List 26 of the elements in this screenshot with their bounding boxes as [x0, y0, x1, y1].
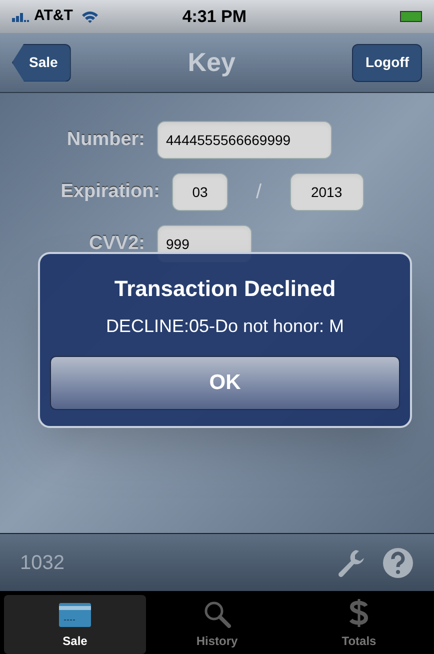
card-number-field[interactable]: 4444555566669999 [157, 121, 332, 159]
month-field[interactable]: 03 [172, 173, 228, 211]
screen-title: Key [188, 46, 236, 79]
search-icon [203, 600, 231, 628]
alert-title: Transaction Declined [114, 275, 336, 303]
tab-bar-item[interactable]: History [146, 595, 288, 654]
tab-bar-item[interactable]: Sale [4, 595, 146, 654]
help-icon[interactable] [382, 546, 414, 578]
year-field[interactable]: 2013 [290, 173, 364, 211]
date-separator: / [256, 180, 262, 205]
wifi-icon [80, 10, 99, 24]
dollar-icon [349, 598, 369, 628]
battery-icon [400, 11, 422, 22]
field-label: Expiration: [60, 180, 160, 204]
logoff-button[interactable]: Logoff [352, 44, 422, 82]
footer-number: 1032 [20, 550, 64, 576]
field-label: Number: [66, 128, 145, 152]
alert-message: DECLINE:05-Do not honor: M [106, 315, 344, 338]
wrench-icon[interactable] [336, 548, 366, 578]
credit-card-icon [58, 602, 92, 628]
carrier-label: AT&T [34, 6, 73, 26]
back-button[interactable]: Sale [12, 44, 71, 82]
tab-bar-item[interactable]: Totals [288, 595, 430, 654]
signal-icon [12, 12, 30, 22]
clock-time: 4:31 PM [182, 6, 247, 28]
field-label: CVV2: [88, 232, 145, 256]
